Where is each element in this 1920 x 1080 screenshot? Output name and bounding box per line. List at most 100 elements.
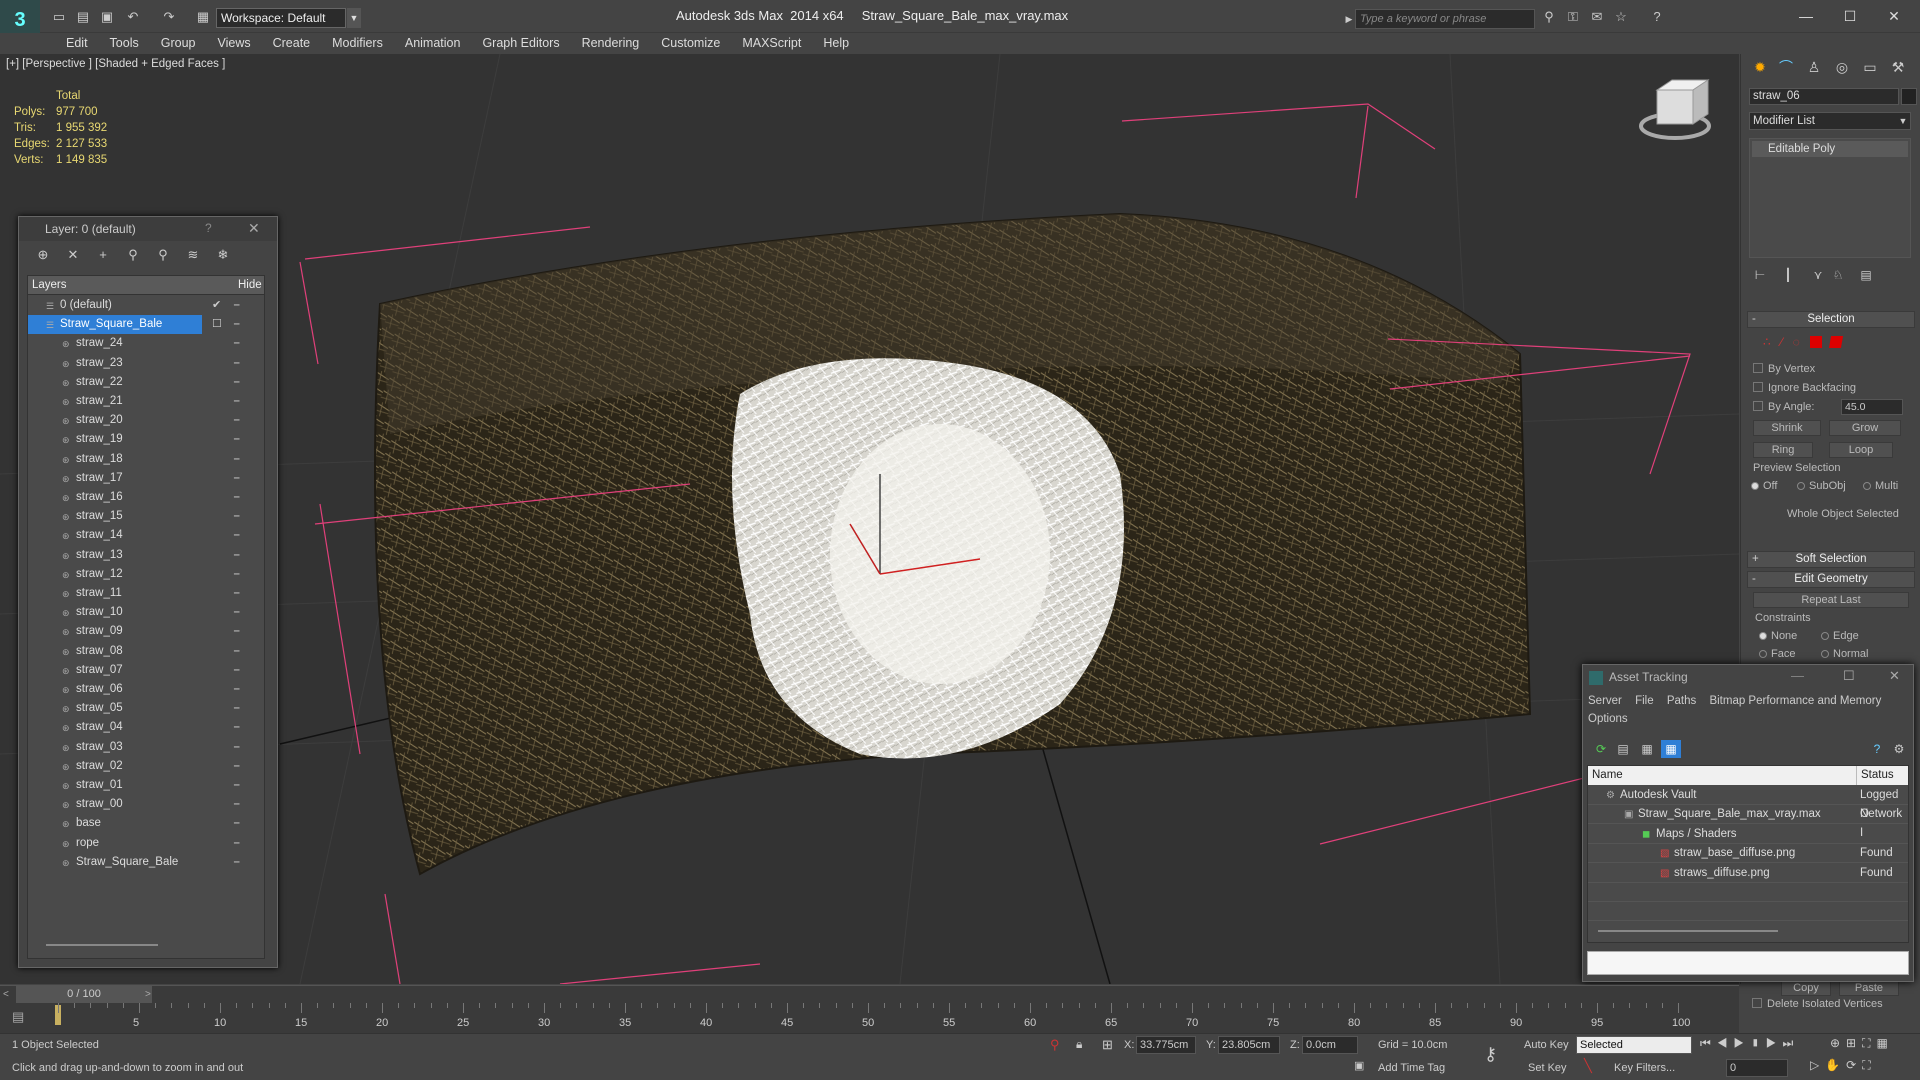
layer-row[interactable]: ⊛ Straw_Square_Bale ━ [28,853,264,872]
layer-row[interactable]: ⊛ straw_02 ━ [28,757,264,776]
menu-maxscript[interactable]: MAXScript [731,33,812,53]
hide-toggle-icon[interactable]: ━ [234,642,239,661]
layer-row[interactable]: ⊛ straw_15 ━ [28,507,264,526]
viewport-orbit-controls[interactable]: ▷✋⟳⛶ [1810,1058,1877,1073]
hide-toggle-icon[interactable]: ━ [234,526,239,545]
key-icon[interactable]: ⚷ [1484,1044,1497,1065]
subscription-icon[interactable]: ⚿ [1564,8,1582,26]
hide-toggle-icon[interactable]: ━ [234,507,239,526]
asset-row[interactable]: ⚙ Autodesk Vault Logged O [1588,786,1908,820]
hide-toggle-icon[interactable]: ━ [234,315,239,334]
layer-row[interactable]: ⊛ straw_10 ━ [28,603,264,622]
constraint-face-radio[interactable]: Face [1759,648,1795,660]
menu-bitmap-performance[interactable]: Bitmap Performance and Memory [1709,695,1881,707]
open-file-icon[interactable]: ▤ [74,8,92,26]
angle-spinner[interactable]: 45.0 [1841,399,1903,415]
menu-views[interactable]: Views [206,33,261,53]
workspace-dropdown[interactable]: Workspace: Default [216,8,346,28]
hide-toggle-icon[interactable]: ━ [234,430,239,449]
current-layer-box-icon[interactable]: ☐ [212,315,222,334]
hide-toggle-icon[interactable]: ━ [234,488,239,507]
current-frame-field[interactable]: 0 [1726,1059,1788,1077]
create-layer-icon[interactable]: ⊕ [33,245,53,265]
layer-row[interactable]: ⊛ straw_03 ━ [28,738,264,757]
asset-row[interactable]: ▧ straw_base_diffuse.png Found [1588,844,1908,864]
ignore-backfacing-checkbox[interactable]: Ignore Backfacing [1753,380,1856,396]
hide-toggle-icon[interactable]: ━ [234,411,239,430]
menu-edit[interactable]: Edit [55,33,99,53]
constraint-edge-radio[interactable]: Edge [1821,630,1859,642]
motion-tab-icon[interactable]: ◎ [1829,56,1855,78]
shrink-button[interactable]: Shrink [1753,420,1821,436]
communication-icon[interactable]: ✉ [1588,8,1606,26]
layer-row[interactable]: ⊛ straw_16 ━ [28,488,264,507]
delete-isolated-checkbox[interactable]: Delete Isolated Vertices [1752,996,1883,1012]
help-icon[interactable]: ? [205,221,212,235]
hide-toggle-icon[interactable]: ━ [234,584,239,603]
col-hide[interactable]: Hide [238,276,262,295]
layer-row[interactable]: ⊛ straw_12 ━ [28,565,264,584]
layer-row[interactable]: ⊛ straw_17 ━ [28,469,264,488]
edit-geometry-rollout[interactable]: - Edit Geometry [1747,571,1915,588]
repeat-last-button[interactable]: Repeat Last [1753,592,1909,608]
horizontal-scrollbar[interactable] [1598,930,1778,932]
add-to-layer-icon[interactable]: + [93,245,113,265]
close-icon[interactable]: ✕ [1874,4,1914,28]
layer-row[interactable]: ⊛ straw_04 ━ [28,718,264,737]
pin-stack-icon[interactable]: ⊢ [1751,266,1769,284]
constraint-normal-radio[interactable]: Normal [1821,648,1868,660]
menu-graph-editors[interactable]: Graph Editors [471,33,570,53]
hide-toggle-icon[interactable]: ━ [234,603,239,622]
binoculars-icon[interactable]: ⚲ [1540,8,1558,26]
loop-button[interactable]: Loop [1829,442,1893,458]
object-color-swatch[interactable] [1901,88,1917,105]
next-frame-icon[interactable]: > [145,986,151,1003]
lock-icon[interactable]: 🔒︎ [1076,1037,1082,1052]
asset-path-field[interactable] [1587,951,1909,975]
menu-customize[interactable]: Customize [650,33,731,53]
menu-file[interactable]: File [1635,695,1654,707]
remove-modifier-icon[interactable]: ♘ [1829,266,1847,284]
z-coordinate-field[interactable]: 0.0cm [1302,1036,1358,1054]
mini-curve-editor-icon[interactable]: ▤ [12,1009,24,1025]
layer-row[interactable]: ☰ 0 (default) ━ ✔ [28,296,264,315]
menu-options[interactable]: Options [1588,713,1628,725]
hierarchy-tab-icon[interactable]: ♙ [1801,56,1827,78]
maximize-icon[interactable]: ☐ [1830,4,1870,28]
layer-row[interactable]: ⊛ straw_11 ━ [28,584,264,603]
object-name-field[interactable]: straw_06 [1749,88,1899,105]
by-vertex-checkbox[interactable]: By Vertex [1753,361,1815,377]
hide-toggle-icon[interactable]: ━ [234,718,239,737]
detail-view-icon[interactable]: ▦ [1637,740,1657,758]
help-icon[interactable]: ? [1867,740,1887,758]
time-slider[interactable]: < 0 / 100 > [0,985,1739,1003]
stack-item-editable-poly[interactable]: Editable Poly [1752,141,1908,157]
hide-toggle-icon[interactable]: ━ [234,853,239,872]
subobject-level-icons[interactable]: ∴ ⁄ ◌ [1763,335,1913,349]
create-tab-icon[interactable]: ✹ [1747,56,1773,78]
minimize-icon[interactable]: — [1791,668,1804,683]
asset-row[interactable]: ▧ straws_diffuse.png Found [1588,864,1908,883]
minimize-icon[interactable]: — [1786,4,1826,28]
show-end-result-icon[interactable]: ┃ [1779,266,1797,284]
layer-row[interactable]: ⊛ straw_13 ━ [28,546,264,565]
key-filters-button[interactable]: Key Filters... [1614,1059,1675,1077]
x-coordinate-field[interactable]: 33.775cm [1136,1036,1196,1054]
menu-server[interactable]: Server [1588,695,1622,707]
menu-help[interactable]: Help [812,33,860,53]
layer-list[interactable]: Layers Hide ☰ 0 (default) ━ ✔ ☰ Straw_Square_… [27,275,265,959]
refresh-icon[interactable]: ⟳ [1591,740,1611,758]
soft-selection-rollout[interactable]: + Soft Selection [1747,551,1915,568]
key-filter-icon[interactable]: ╲ [1584,1058,1592,1074]
hide-toggle-icon[interactable]: ━ [234,565,239,584]
layer-row[interactable]: ⊛ straw_07 ━ [28,661,264,680]
hide-toggle-icon[interactable]: ━ [234,776,239,795]
track-bar[interactable]: ▤ 5 10 15 20 25 30 35 40 45 50 55 60 65 70 75 80 85 90 95 1… [0,1003,1739,1033]
col-layers[interactable]: Layers [32,276,67,295]
by-angle-checkbox[interactable]: By Angle: [1753,399,1814,415]
time-tag-icon[interactable]: ▣ [1354,1059,1364,1072]
menu-paths[interactable]: Paths [1667,695,1696,707]
layer-row[interactable]: ⊛ straw_00 ━ [28,795,264,814]
hide-toggle-icon[interactable]: ━ [234,373,239,392]
ring-button[interactable]: Ring [1753,442,1813,458]
